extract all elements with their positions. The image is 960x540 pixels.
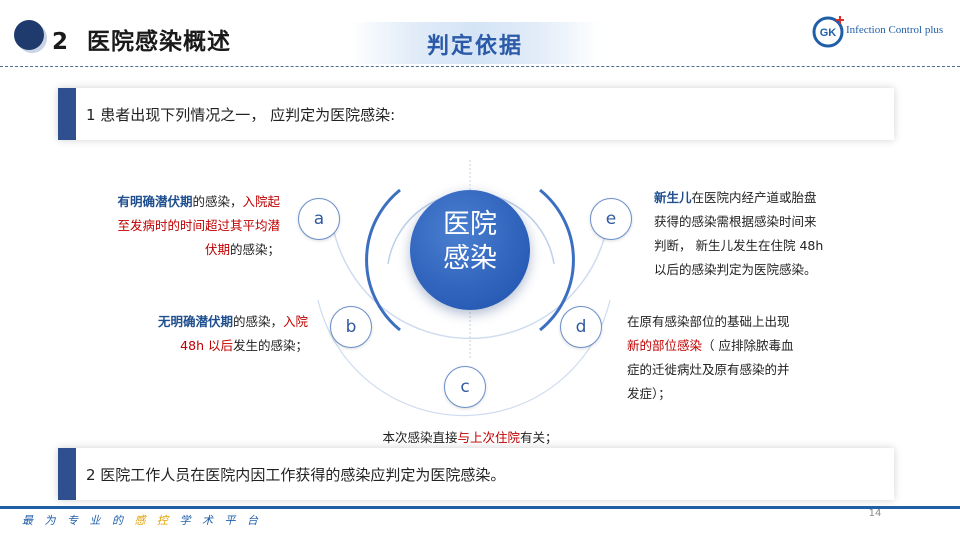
criterion-d-line1: 在原有感染部位的基础上出现 bbox=[627, 314, 790, 329]
criterion-d: 在原有感染部位的基础上出现 新的部位感染（ 应排除脓毒血 症的迁徙病灶及原有感染… bbox=[627, 310, 857, 406]
criterion-c: 本次感染直接与上次住院有关； bbox=[300, 426, 640, 450]
criterion-d-text: （ 应排除脓毒血 bbox=[702, 338, 794, 353]
bar-accent bbox=[58, 448, 76, 500]
criterion-e-keyword: 新生儿 bbox=[654, 190, 692, 205]
node-b: b bbox=[330, 306, 372, 348]
criterion-d-highlight: 新的部位感染 bbox=[627, 338, 703, 353]
criterion-b-highlight2: 48h 以后 bbox=[180, 338, 233, 353]
page-number: 14 bbox=[868, 508, 882, 519]
criterion-a: 有明确潜伏期的感染，入院起 至发病时的时间超过其平均潜 伏期的感染； bbox=[60, 190, 280, 262]
criterion-e-line2: 获得的感染需根据感染时间来 bbox=[654, 214, 817, 229]
criterion-b: 无明确潜伏期的感染，入院 48h 以后发生的感染； bbox=[80, 310, 308, 358]
criterion-e-line3: 判断， 新生儿发生在住院 48h bbox=[654, 238, 824, 253]
criterion-e-text1: 在医院内经产道或胎盘 bbox=[691, 190, 817, 205]
center-label: 医院 感染 bbox=[410, 208, 530, 276]
criterion-e: 新生儿在医院内经产道或胎盘 获得的感染需根据感染时间来 判断， 新生儿发生在住院… bbox=[654, 186, 894, 282]
criterion-c-text1: 本次感染直接 bbox=[382, 430, 458, 445]
slogan-part2: 学 术 平 台 bbox=[171, 514, 262, 527]
center-label-line1: 医院 bbox=[443, 209, 497, 240]
criterion-a-text1: 的感染， bbox=[192, 194, 243, 209]
criteria-bar-2-text: 2 医院工作人员在医院内因工作获得的感染应判定为医院感染。 bbox=[86, 466, 506, 484]
criterion-a-keyword: 有明确潜伏期 bbox=[117, 194, 193, 209]
slogan-highlight: 感 控 bbox=[134, 514, 172, 527]
criterion-c-text2: 有关； bbox=[520, 430, 558, 445]
node-e: e bbox=[590, 198, 632, 240]
footer-divider bbox=[0, 506, 960, 509]
criterion-a-text2: 的感染； bbox=[229, 242, 280, 257]
node-c: c bbox=[444, 366, 486, 408]
slogan-part1: 最 为 专 业 的 bbox=[22, 514, 135, 527]
criterion-a-highlight1: 入院起 bbox=[242, 194, 280, 209]
criterion-b-text1: 的感染， bbox=[232, 314, 283, 329]
criterion-c-highlight: 与上次住院 bbox=[457, 430, 520, 445]
criterion-d-line3: 症的迁徙病灶及原有感染的并 bbox=[627, 362, 790, 377]
criteria-bar-2: 2 医院工作人员在医院内因工作获得的感染应判定为医院感染。 bbox=[58, 448, 894, 500]
criterion-d-line4: 发症）； bbox=[627, 386, 671, 401]
criterion-b-text2: 发生的感染； bbox=[232, 338, 308, 353]
footer-slogan: 最 为 专 业 的 感 控 学 术 平 台 bbox=[22, 512, 262, 528]
criterion-b-keyword: 无明确潜伏期 bbox=[157, 314, 233, 329]
criterion-b-highlight1: 入院 bbox=[282, 314, 308, 329]
criterion-a-highlight3: 伏期 bbox=[204, 242, 230, 257]
criterion-a-highlight2: 至发病时的时间超过其平均潜 bbox=[117, 218, 280, 233]
criterion-e-line4: 以后的感染判定为医院感染。 bbox=[654, 262, 817, 277]
node-d: d bbox=[560, 306, 602, 348]
node-a: a bbox=[298, 198, 340, 240]
center-label-line2: 感染 bbox=[443, 243, 497, 274]
